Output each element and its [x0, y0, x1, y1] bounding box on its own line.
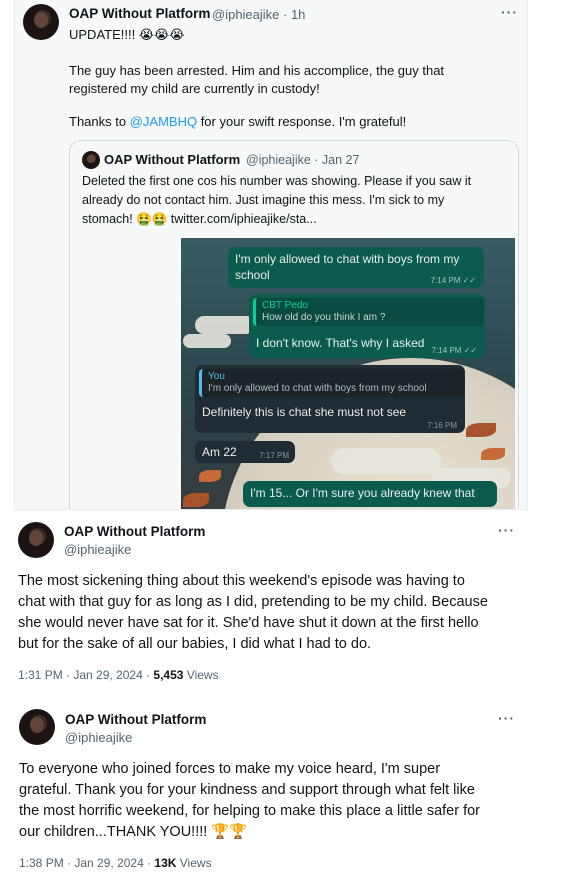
views-label: Views: [176, 856, 212, 870]
timestamp-text[interactable]: 1:38 PM · Jan 29, 2024 ·: [19, 856, 154, 870]
quoted-text-line: Deleted the first one cos his number was…: [82, 174, 472, 188]
chat-message-text: Definitely this is chat she must not see: [202, 405, 407, 419]
quoted-tweet[interactable]: OAP Without Platform @iphieajike · Jan 2…: [69, 140, 519, 509]
chat-bubble-incoming-reply: You I'm only allowed to chat with boys f…: [195, 365, 465, 433]
author-avatar[interactable]: [19, 709, 55, 745]
jambhq-mention-link[interactable]: @JAMBHQ: [130, 114, 197, 129]
more-dots-icon[interactable]: ···: [501, 4, 518, 20]
chat-message-text: Am 22: [202, 445, 237, 459]
reply-quote-name: CBT Pedo: [262, 300, 308, 311]
author-name[interactable]: OAP Without Platform: [69, 6, 210, 21]
tweet-text-line: grateful. Thank you for your kindness an…: [19, 782, 475, 798]
cloud-shape: [331, 448, 441, 474]
author-name[interactable]: OAP Without Platform: [64, 524, 205, 539]
quoted-handle-date: @iphieajike · Jan 27: [246, 153, 360, 167]
quoted-text-line: stomach! 🤮🤮 twitter.com/iphieajike/sta..…: [82, 212, 317, 226]
tweet-text-line: our children...THANK YOU!!!! 🏆🏆: [19, 824, 248, 840]
chat-message-text: school: [235, 268, 270, 282]
reply-quote-name: You: [208, 371, 225, 382]
author-name[interactable]: OAP Without Platform: [65, 712, 206, 727]
tweet-text-line: chat with that guy for as long as I did,…: [18, 594, 488, 610]
tweet-text-line: The most sickening thing about this week…: [18, 573, 465, 589]
chat-screenshot-image[interactable]: I'm only allowed to chat with boys from …: [181, 238, 515, 509]
leaf-shape: [481, 448, 505, 460]
more-dots-icon[interactable]: ···: [498, 522, 515, 538]
tweet-text-line: To everyone who joined forces to make my…: [19, 761, 441, 777]
chat-bubble-outgoing: I'm 15... Or I'm sure you already knew t…: [243, 481, 497, 507]
quoted-author-name: OAP Without Platform: [104, 152, 241, 167]
quoted-author-avatar: [82, 151, 100, 169]
tweet-text-line: but for the sake of all our babies, I di…: [18, 636, 372, 652]
leaf-shape: [466, 423, 496, 437]
chat-bubble-outgoing: I'm only allowed to chat with boys from …: [228, 247, 484, 288]
thanks-suffix: for your swift response. I'm grateful!: [197, 114, 407, 129]
tweet-thank-you[interactable]: OAP Without Platform @iphieajike ··· To …: [0, 700, 567, 872]
thanks-prefix: Thanks to: [69, 114, 130, 129]
tweet-text-line: registered my child are currently in cus…: [69, 81, 320, 96]
tweet-text-update: UPDATE!!!! 😭😭😭: [69, 27, 185, 42]
chat-message-time: 7:16 PM: [427, 421, 457, 430]
author-handle-time[interactable]: @iphieajike · 1h: [212, 7, 305, 22]
author-avatar[interactable]: [23, 4, 59, 40]
tweet-text-line: she would never have sat for it. She'd h…: [18, 615, 479, 631]
chat-bubble-incoming: Am 22 7:17 PM: [195, 441, 295, 463]
views-count: 5,453: [153, 668, 184, 682]
views-label: Views: [183, 668, 219, 682]
chat-message-time: 7:14 PM ✓✓: [431, 346, 477, 355]
author-handle[interactable]: @iphieajike: [65, 730, 132, 745]
tweet-text-line: the most horrific weekend, for helping t…: [19, 803, 480, 819]
chat-message-text: I'm only allowed to chat with boys from …: [235, 252, 460, 266]
chat-message-text: I don't know. That's why I asked: [256, 336, 425, 350]
tweet-timestamp[interactable]: 1:38 PM · Jan 29, 2024 · 13K Views: [19, 856, 212, 870]
timestamp-text[interactable]: 1:31 PM · Jan 29, 2024 ·: [18, 668, 153, 682]
tweet-timestamp[interactable]: 1:31 PM · Jan 29, 2024 · 5,453 Views: [18, 668, 219, 682]
leaf-shape: [183, 493, 209, 507]
chat-message-text: I'm 15... Or I'm sure you already knew t…: [250, 486, 475, 500]
chat-message-time: 7:14 PM ✓✓: [430, 276, 476, 285]
cloud-shape: [183, 334, 231, 348]
author-avatar[interactable]: [18, 522, 54, 558]
leaf-shape: [199, 470, 221, 482]
tweet-text-line: The guy has been arrested. Him and his a…: [69, 63, 445, 78]
views-count: 13K: [154, 856, 177, 870]
tweet-update[interactable]: OAP Without Platform @iphieajike · 1h ··…: [14, 0, 528, 510]
author-handle[interactable]: @iphieajike: [64, 542, 131, 557]
cloud-shape: [195, 316, 255, 334]
chat-bubble-outgoing-reply: CBT Pedo How old do you think I am ? I d…: [249, 294, 485, 358]
chat-reply-quote: CBT Pedo How old do you think I am ?: [253, 298, 484, 326]
tweet-sickening[interactable]: OAP Without Platform @iphieajike ··· The…: [0, 512, 567, 697]
reply-quote-text: How old do you think I am ?: [262, 312, 386, 323]
tweet-text-thanks: Thanks to @JAMBHQ for your swift respons…: [69, 112, 406, 131]
chat-message-time: 7:17 PM: [259, 451, 289, 460]
more-dots-icon[interactable]: ···: [498, 710, 515, 726]
quoted-text-line: already do not contact him. Just imagine…: [82, 193, 445, 207]
reply-quote-text: I'm only allowed to chat with boys from …: [208, 383, 427, 394]
chat-reply-quote: You I'm only allowed to chat with boys f…: [199, 369, 464, 397]
